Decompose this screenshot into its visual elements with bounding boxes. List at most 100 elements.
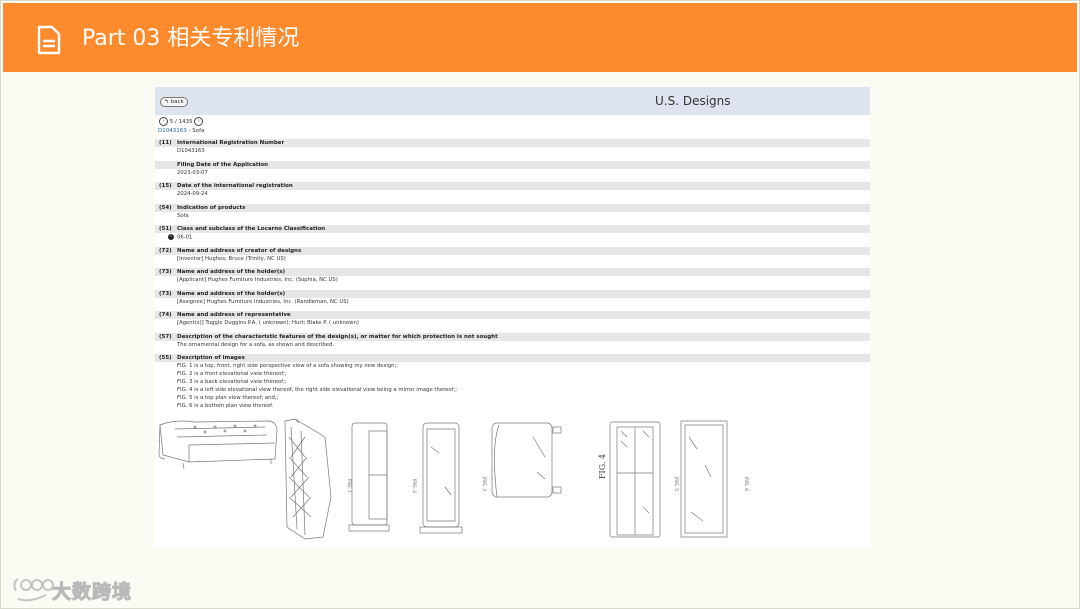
field-value-text: FIG. 3 is a back elevational view thereo…: [177, 379, 287, 385]
next-icon[interactable]: ›: [194, 117, 204, 126]
top-bar: ↰ back U.S. Designs: [155, 87, 870, 115]
fig-5-drawing: [491, 422, 562, 498]
field-value: Sofa: [155, 213, 870, 220]
fig-3-drawing: [348, 422, 390, 532]
field-label: Indication of products: [177, 205, 246, 211]
field-value: FIG. 6 is a bottom plan view thereof.: [155, 403, 870, 410]
field-row: (72) Name and address of creator of desig…: [155, 247, 870, 263]
document-icon: [37, 25, 61, 55]
fig-6-drawing: [609, 421, 661, 538]
field-number: (74): [159, 312, 172, 318]
field-header: Filing Date of the Application: [155, 161, 870, 169]
field-label: Description of images: [177, 355, 245, 361]
field-value: [Agent(s)] Tuggle Duggins P.A. ( unknown…: [155, 320, 870, 327]
field-label: Class and subclass of the Locarno Classi…: [177, 226, 326, 232]
fig-5-label: FIG. 5: [673, 477, 679, 491]
field-number: (73): [159, 269, 172, 275]
field-label: Name and address of creator of designs: [177, 248, 302, 254]
field-value-text: FIG. 2 is a front elevational view there…: [177, 371, 287, 377]
field-label: Name and address of the holder(s): [177, 291, 286, 297]
field-header: (54) Indication of products: [155, 204, 870, 212]
fig-2-drawing: [284, 418, 332, 540]
field-row: (74) Name and address of representative [A…: [155, 311, 870, 327]
slide-title: Part 03 相关专利情况: [82, 26, 300, 51]
design-figures: FIG. 1 FIG. 2 FIG. 3 FIG. 4 FIG. 5 FIG. …: [158, 418, 749, 540]
field-header: (72) Name and address of creator of desig…: [155, 247, 870, 255]
field-value-text: 2024-09-24: [177, 191, 208, 197]
field-number: (15): [159, 183, 172, 189]
field-value-text: [Agent(s)] Tuggle Duggins P.A. ( unknown…: [177, 320, 359, 326]
field-label: Filing Date of the Application: [177, 162, 269, 168]
field-value: FIG. 2 is a front elevational view there…: [155, 371, 870, 378]
field-row: (73) Name and address of the holder(s) [Ap…: [155, 268, 870, 284]
info-icon[interactable]: i: [168, 234, 174, 240]
field-header: (73) Name and address of the holder(s): [155, 290, 870, 298]
field-value: [Assignee] Hughes Furniture Industries, …: [155, 299, 870, 306]
fig-1-drawing: [158, 420, 278, 470]
prev-icon[interactable]: ‹: [159, 117, 168, 126]
slide-header: Part 03 相关专利情况: [3, 3, 1077, 72]
field-header: (11) International Registration Number: [155, 139, 870, 147]
fig-4-drawing: [419, 422, 463, 534]
field-value: FIG. 4 is a left side elevational view t…: [155, 387, 870, 394]
field-header: (73) Name and address of the holder(s): [155, 268, 870, 276]
field-number: (72): [159, 248, 172, 254]
field-value: D1043163: [155, 148, 870, 155]
document-name: - Sofa: [186, 128, 205, 134]
field-row: (51) Class and subclass of the Locarno Cl…: [155, 225, 870, 242]
fig-1-label: FIG. 1: [346, 479, 352, 493]
field-label: Name and address of representative: [177, 312, 291, 318]
field-row: (55) Description of images FIG. 1 is a top…: [155, 354, 870, 410]
field-number: (57): [159, 334, 172, 340]
field-row: (57) Description of the characteristic fe…: [155, 333, 870, 349]
field-row: (11) International Registration Number D10…: [155, 139, 870, 155]
field-value: FIG. 3 is a back elevational view thereo…: [155, 379, 870, 386]
fig-7-drawing: [680, 420, 728, 538]
field-number: (55): [159, 355, 172, 361]
field-value-text: D1043163: [177, 148, 205, 154]
field-value: 2023-03-07: [155, 170, 870, 177]
field-row: (15) Date of the international registrati…: [155, 182, 870, 198]
field-value: [Inventor] Hughes; Bruce (Trinity, NC US…: [155, 256, 870, 263]
field-label: Date of the international registration: [177, 183, 293, 189]
field-value-text: The ornamental design for a sofa, as sho…: [177, 342, 335, 348]
patent-screenshot: ↰ back U.S. Designs ‹ 5 / 1435 › D104316…: [155, 87, 870, 547]
field-label: International Registration Number: [177, 140, 285, 146]
field-value: FIG. 1 is a top, front, right side persp…: [155, 363, 870, 370]
field-value: [Applicant] Hughes Furniture Industries,…: [155, 277, 870, 284]
field-value: 2024-09-24: [155, 191, 870, 198]
fig-6-label: FIG. 6: [743, 477, 749, 491]
field-value-text: 06-01: [177, 234, 193, 241]
field-header: (15) Date of the international registrati…: [155, 182, 870, 190]
field-value-text: FIG. 6 is a bottom plan view thereof.: [177, 403, 274, 409]
document-id: D1043163 - Sofa: [158, 128, 204, 134]
field-value-text: [Inventor] Hughes; Bruce (Trinity, NC US…: [177, 256, 286, 262]
back-button[interactable]: ↰ back: [160, 97, 188, 107]
field-value: FIG. 5 is a top plan view thereof; and,;: [155, 395, 870, 402]
field-number: (51): [159, 226, 172, 232]
field-row: Filing Date of the Application 2023-03-07: [155, 161, 870, 177]
field-number: (11): [159, 140, 172, 146]
pager: ‹ 5 / 1435 ›: [159, 117, 204, 127]
field-value-text: FIG. 1 is a top, front, right side persp…: [177, 363, 399, 369]
field-value-text: [Applicant] Hughes Furniture Industries,…: [177, 277, 338, 283]
field-number: (73): [159, 291, 172, 297]
document-link[interactable]: D1043163: [158, 128, 187, 134]
field-value-text: FIG. 5 is a top plan view thereof; and,;: [177, 395, 279, 401]
fig-3-label: FIG. 3: [481, 477, 487, 491]
field-value-text: FIG. 4 is a left side elevational view t…: [177, 387, 458, 393]
field-header: (74) Name and address of representative: [155, 311, 870, 319]
field-row: (54) Indication of products Sofa: [155, 204, 870, 220]
brand-logo-icon: [13, 578, 54, 602]
field-value-text: Sofa: [177, 213, 189, 219]
field-value-text: [Assignee] Hughes Furniture Industries, …: [177, 299, 349, 305]
field-value: The ornamental design for a sofa, as sho…: [155, 342, 870, 349]
field-header: (57) Description of the characteristic fe…: [155, 333, 870, 341]
fig-4-label: FIG. 4: [598, 454, 607, 479]
pager-text: 5 / 1435: [169, 119, 193, 125]
field-header: (55) Description of images: [155, 354, 870, 362]
site-title: U.S. Designs: [655, 94, 731, 108]
field-label: Name and address of the holder(s): [177, 269, 286, 275]
field-number: (54): [159, 205, 172, 211]
field-row: (73) Name and address of the holder(s) [As…: [155, 290, 870, 306]
